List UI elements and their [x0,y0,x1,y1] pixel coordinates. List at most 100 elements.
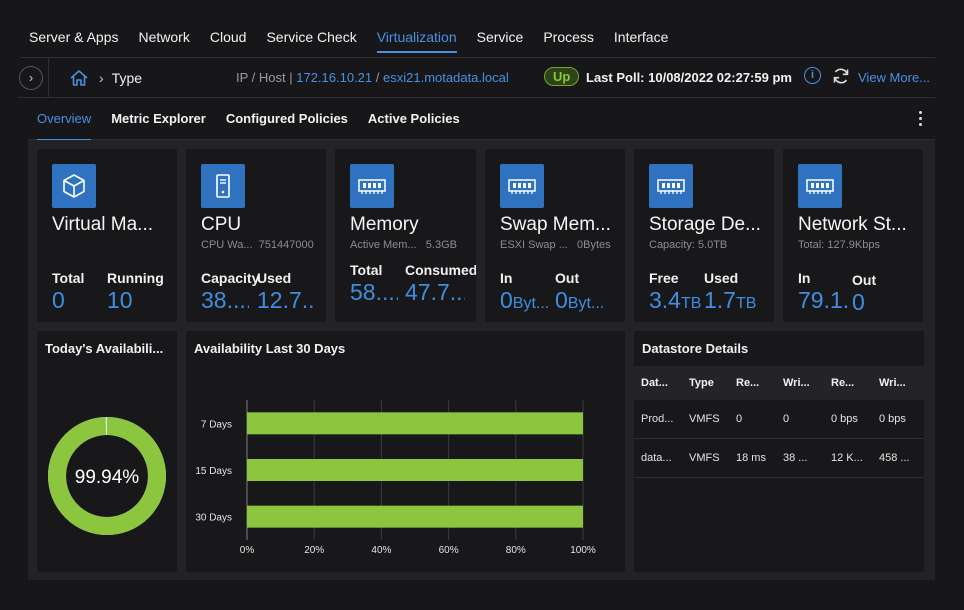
table-cell: data... [641,452,672,464]
column-header[interactable]: Dat... [634,377,682,389]
ip-link[interactable]: 172.16.10.21 [296,70,372,85]
top-nav: Server & Apps Network Cloud Service Chec… [20,0,935,58]
availability-percent: 99.94% [75,467,140,488]
ip-host-label: IP / Host | [236,70,293,85]
table-row[interactable]: data... VMFS 18 ms 38 ... 12 K... 458 ..… [634,439,924,478]
running-value: 10 [107,287,133,313]
free-unit: TB [680,295,702,312]
card-title: Storage De... [649,214,761,235]
total-value: 58.... [350,279,398,305]
card-network[interactable]: Network St... Total: 127.9Kbps In 79.1..… [783,149,923,322]
in-value: 79.1... [798,287,850,313]
table-row[interactable]: Prod... VMFS 0 0 0 bps 0 bps [634,400,924,439]
x-tick-label: 20% [304,545,324,556]
home-icon[interactable] [69,68,91,88]
used-value: 12.7... [257,287,315,313]
column-header[interactable]: Wri... [776,377,824,389]
panel-title: Datastore Details [642,341,749,356]
network-icon [798,164,842,208]
table-cell: Prod... [641,413,674,425]
tab-overview[interactable]: Overview [37,98,92,141]
card-title: Memory [350,214,419,235]
card-virtual-machines[interactable]: Virtual Ma... Total 0 Running 10 [37,149,177,322]
availability-bar [247,412,583,435]
cpu-icon [201,164,245,208]
running-label: Running [107,270,164,286]
column-header[interactable]: Wri... [872,377,924,389]
table-cell: VMFS [689,413,720,425]
tab-process[interactable]: Process [543,0,594,58]
memory-icon [500,164,544,208]
tab-service-check[interactable]: Service Check [266,0,356,58]
panel-availability-30-days: Availability Last 30 Days 0% 20% 40% 60% 80%… [186,331,625,572]
storage-icon [649,164,693,208]
total-label: Total [52,270,85,286]
expand-sidebar-button[interactable]: › [19,65,43,90]
sub-value: 751447000 [258,239,314,251]
more-options-icon[interactable] [919,111,923,126]
tab-configured-policies[interactable]: Configured Policies [226,98,348,140]
breadcrumb-type[interactable]: Type [112,70,142,86]
tab-server-apps[interactable]: Server & Apps [29,0,119,58]
last-poll: Last Poll: 10/08/2022 02:27:59 pm [586,70,792,85]
table-cell: 0 bps [831,413,858,425]
datastore-table: Dat... Type Re... Wri... Re... Wri... Pr… [634,366,924,478]
card-title: Virtual Ma... [52,214,154,235]
tab-metric-explorer[interactable]: Metric Explorer [111,98,206,140]
tab-virtualization[interactable]: Virtualization [376,0,457,58]
column-header[interactable]: Type [682,377,729,389]
availability-bar [247,505,583,528]
used-value: 1.7TB [704,287,756,314]
consumed-label: Consumed [405,262,476,278]
out-unit: Byt... [567,295,605,312]
table-cell: 38 ... [783,452,808,464]
card-subtitle: CPU Wa... 751447000 [201,239,314,251]
in-number: 0 [500,287,513,313]
card-subtitle: ESXI Swap ... 0Bytes [500,239,618,251]
capacity-label: Capacity [201,270,260,286]
table-header: Dat... Type Re... Wri... Re... Wri... [634,366,924,400]
info-icon[interactable]: i [804,67,821,84]
tab-service[interactable]: Service [477,0,524,58]
used-unit: TB [735,295,757,312]
view-more-link[interactable]: View More... [858,70,930,85]
card-title: Network St... [798,214,907,235]
tab-active-policies[interactable]: Active Policies [368,98,460,140]
free-label: Free [649,270,679,286]
used-label: Used [257,270,292,286]
tab-network[interactable]: Network [139,0,190,58]
card-cpu[interactable]: CPU CPU Wa... 751447000 Capacity 38.... … [186,149,326,322]
table-cell: 458 ... [879,452,910,464]
x-tick-label: 60% [439,545,459,556]
card-swap-memory[interactable]: Swap Mem... ESXI Swap ... 0Bytes In 0Byt… [485,149,625,322]
y-category-label: 30 Days [195,513,232,524]
consumed-value: 47.7... [405,279,465,305]
refresh-icon[interactable] [831,66,851,86]
tab-cloud[interactable]: Cloud [210,0,247,58]
column-header[interactable]: Re... [824,377,872,389]
divider [48,57,49,98]
status-badge: Up [544,67,580,86]
card-title: CPU [201,214,242,235]
tab-interface[interactable]: Interface [614,0,668,58]
column-header[interactable]: Re... [729,377,776,389]
sub-tabs: Overview Metric Explorer Configured Poli… [28,98,935,141]
in-unit: Byt... [512,295,550,312]
free-value: 3.4TB [649,287,701,314]
card-memory[interactable]: Memory Active Mem... 5.3GB Total 58.... … [335,149,476,322]
out-label: Out [852,272,877,288]
table-cell: 0 bps [879,413,906,425]
breadcrumb-bar: › › Type IP / Host | 172.16.10.21 / esxi… [18,57,935,98]
used-number: 1.7 [704,287,736,313]
ip-host-separator: / [375,70,380,85]
availability-bar-chart: 0% 20% 40% 60% 80% 100% 7 Days 15 Days 30 Days [195,400,596,556]
total-label: Total [350,262,383,278]
card-subtitle: Total: 127.9Kbps [798,239,880,251]
out-number: 0 [555,287,568,313]
card-storage[interactable]: Storage De... Capacity: 5.0TB Free 3.4TB… [634,149,774,322]
availability-bar [247,459,583,481]
cube-icon [52,164,96,208]
host-link[interactable]: esxi21.motadata.local [383,70,509,85]
x-tick-label: 80% [506,545,526,556]
x-tick-label: 40% [371,545,391,556]
